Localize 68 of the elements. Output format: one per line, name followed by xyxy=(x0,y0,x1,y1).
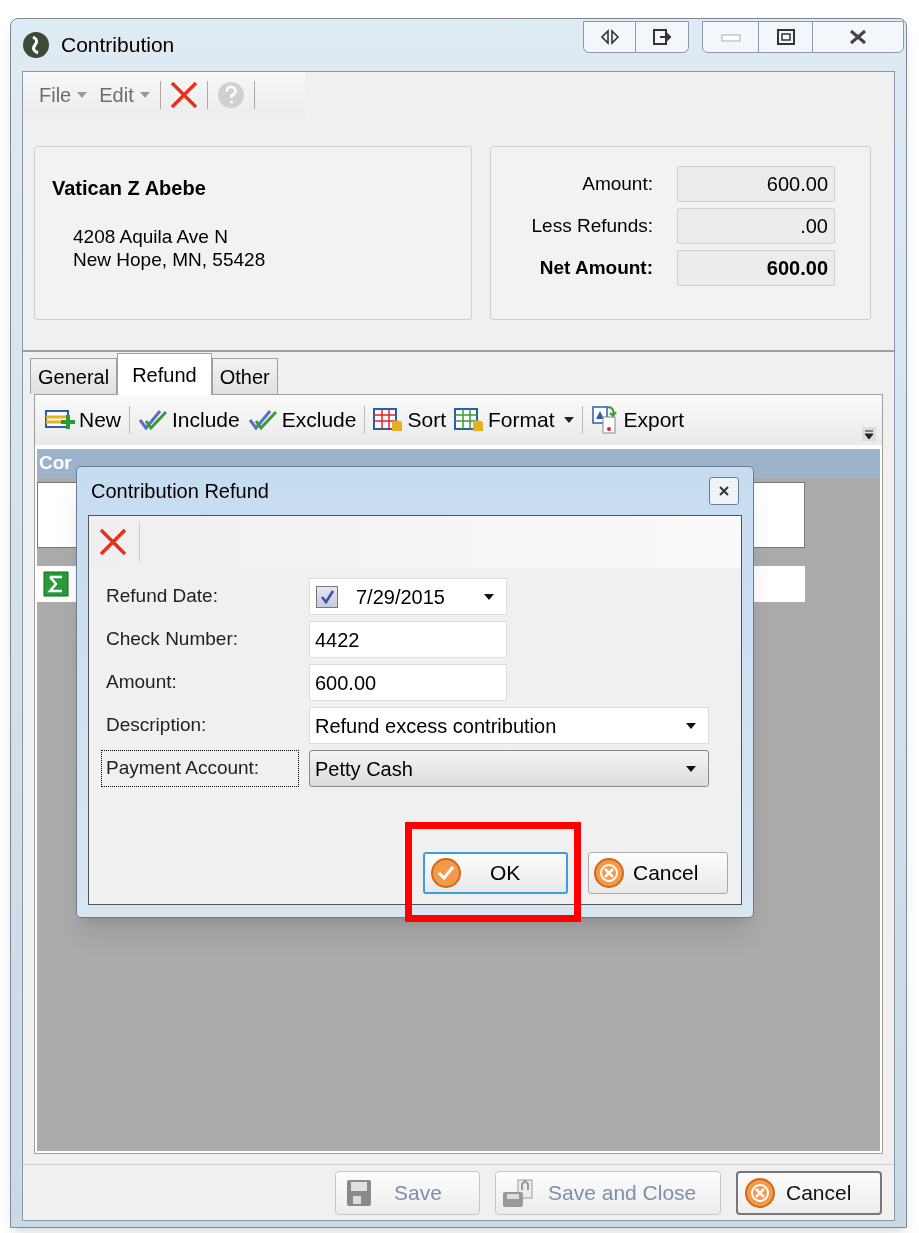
total-label: Amount: xyxy=(581,171,654,196)
tab[interactable]: General xyxy=(30,358,118,394)
delete-icon xyxy=(97,527,129,557)
dropdown-field[interactable]: Petty Cash xyxy=(309,750,709,787)
check-circle-icon xyxy=(430,857,462,889)
window-title: Contribution xyxy=(61,32,175,59)
sigma-icon xyxy=(43,571,69,597)
minimize-icon xyxy=(720,32,741,42)
grid-plus-icon xyxy=(45,409,75,431)
toolbar-button[interactable]: Export xyxy=(587,404,689,436)
field-label: Refund Date: xyxy=(105,584,219,609)
cancel-button[interactable]: Cancel xyxy=(736,1170,882,1215)
dropdown-field[interactable]: Refund excess contribution xyxy=(309,707,709,744)
total-label: Net Amount: xyxy=(538,255,654,280)
menu-item[interactable]: File xyxy=(37,80,90,110)
field-label: Payment Account: xyxy=(101,750,299,787)
tab[interactable]: Refund xyxy=(117,353,212,395)
window-arrow-icon xyxy=(652,28,672,46)
column-header: Cor xyxy=(39,451,72,476)
app-logo-icon xyxy=(21,30,51,60)
total-value: 600.00 xyxy=(677,166,835,202)
delete-button[interactable] xyxy=(97,522,140,562)
maximize-icon xyxy=(775,28,796,46)
delete-icon xyxy=(168,80,199,110)
field-label: Amount: xyxy=(105,670,178,695)
caret-icon xyxy=(686,722,696,729)
field-label: Check Number: xyxy=(105,627,239,652)
cancel-button[interactable]: Cancel xyxy=(588,852,728,894)
split-arrows-icon xyxy=(598,29,621,45)
caret-icon xyxy=(564,417,575,423)
cancel-circle-icon xyxy=(744,1176,776,1209)
caret-icon xyxy=(686,765,696,772)
input-field[interactable]: 600.00 xyxy=(309,664,507,701)
double-check-icon xyxy=(138,408,168,432)
address-line: 4208 Aquila Ave N xyxy=(73,225,229,248)
field-label: Description: xyxy=(105,713,208,738)
caret-icon xyxy=(77,92,88,98)
export-document-icon xyxy=(591,405,620,435)
total-value: 600.00 xyxy=(677,250,835,286)
overflow-icon xyxy=(862,427,876,441)
toolbar-button[interactable]: Exclude xyxy=(243,404,361,436)
checkbox[interactable] xyxy=(316,585,338,608)
toolbar-button[interactable]: Include xyxy=(134,404,244,436)
dialog-title: Contribution Refund xyxy=(91,479,269,504)
total-value: .00 xyxy=(677,208,835,244)
input-field[interactable]: 4422 xyxy=(309,621,507,658)
double-check-icon xyxy=(247,408,278,432)
total-label: Less Refunds: xyxy=(530,213,654,238)
caret-icon xyxy=(484,593,494,600)
close-icon xyxy=(718,485,730,497)
date-picker[interactable]: 7/29/2015 xyxy=(309,578,507,615)
caret-icon xyxy=(139,92,150,98)
delete-button[interactable] xyxy=(168,80,199,110)
toolbar-button[interactable]: Format xyxy=(449,404,579,436)
tab[interactable]: Other xyxy=(211,358,278,394)
help-icon xyxy=(215,80,246,110)
toolbar-button[interactable]: Sort xyxy=(369,404,450,436)
donor-name: Vatican Z Abebe xyxy=(52,176,207,201)
table-cylinder-icon xyxy=(373,407,404,433)
address-line: New Hope, MN, 55428 xyxy=(73,248,267,271)
close-button[interactable] xyxy=(709,477,739,505)
check-icon xyxy=(319,588,335,605)
close-icon xyxy=(847,29,869,45)
menu-item[interactable]: Edit xyxy=(97,80,152,110)
toolbar-button[interactable]: New xyxy=(41,404,125,436)
cancel-circle-icon xyxy=(593,857,625,889)
table-cylinder-icon xyxy=(453,407,484,433)
ok-button[interactable]: OK xyxy=(423,852,568,894)
